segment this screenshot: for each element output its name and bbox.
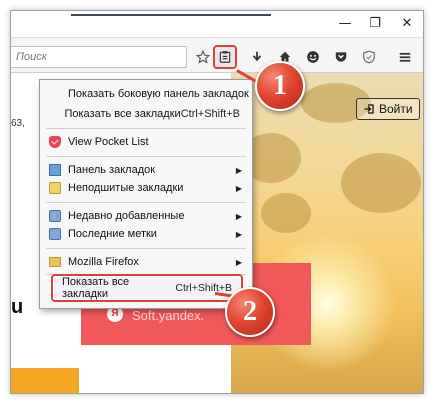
menu-item-show-sidebar[interactable]: Показать боковую панель закладок xyxy=(40,84,252,104)
menu-item-label: Показать все закладки xyxy=(64,108,181,120)
title-bar: — ❐ ✕ xyxy=(11,11,423,38)
foliage-decoration xyxy=(341,153,421,213)
submenu-arrow-icon: ▶ xyxy=(235,257,242,267)
star-icon[interactable] xyxy=(191,45,215,69)
menu-item-label: Панель закладок xyxy=(68,164,156,176)
partial-letter: u xyxy=(11,296,24,318)
pocket-icon[interactable] xyxy=(329,45,353,69)
browser-window: — ❐ ✕ Поиск 63, Войти u Я Soft.yandex. П… xyxy=(10,10,424,394)
show-all-bookmarks-button[interactable]: Показать все закладки Ctrl+Shift+B xyxy=(51,274,243,302)
bookmarks-menu-icon[interactable] xyxy=(213,45,237,69)
folder-icon xyxy=(48,255,62,269)
submenu-arrow-icon: ▶ xyxy=(235,229,242,239)
menu-item-label: View Pocket List xyxy=(68,136,149,148)
foliage-decoration xyxy=(261,193,311,233)
bookmarks-toolbar-icon xyxy=(48,163,62,177)
minimize-button[interactable]: — xyxy=(333,15,357,33)
close-button[interactable]: ✕ xyxy=(395,15,419,33)
menu-item-label: Неподшитые закладки xyxy=(68,182,184,194)
menu-separator xyxy=(46,202,246,203)
menu-item-label: Последние метки xyxy=(68,228,157,240)
navigation-toolbar xyxy=(11,39,423,73)
submenu-arrow-icon: ▶ xyxy=(235,165,242,175)
menu-separator xyxy=(46,248,246,249)
recent-tags-icon xyxy=(48,227,62,241)
menu-item-label: Показать боковую панель закладок xyxy=(68,88,249,100)
search-input[interactable] xyxy=(11,47,186,67)
pocket-icon xyxy=(48,135,62,149)
menu-item-label: Mozilla Firefox xyxy=(68,256,139,268)
menu-item-unsorted-bookmarks[interactable]: Неподшитые закладки ▶ xyxy=(40,178,252,198)
show-all-bookmarks-label: Показать все закладки xyxy=(62,276,130,300)
submenu-arrow-icon: ▶ xyxy=(235,211,242,221)
orange-tile[interactable] xyxy=(11,368,79,393)
unsorted-bookmarks-icon xyxy=(48,181,62,195)
restore-button[interactable]: ❐ xyxy=(363,15,387,33)
search-box[interactable] xyxy=(11,46,187,68)
menu-item-pocket-list[interactable]: View Pocket List xyxy=(40,132,252,152)
recently-bookmarked-icon xyxy=(48,209,62,223)
menu-item-mozilla-firefox[interactable]: Mozilla Firefox ▶ xyxy=(40,252,252,272)
menu-item-bookmarks-toolbar[interactable]: Панель закладок ▶ xyxy=(40,160,252,180)
menu-item-shortcut: Ctrl+Shift+B xyxy=(180,108,240,120)
menu-separator xyxy=(46,156,246,157)
signin-button[interactable]: Войти xyxy=(356,98,420,120)
smiley-icon[interactable] xyxy=(301,45,325,69)
partial-number-text: 63, xyxy=(11,118,25,129)
step-2-badge: 2 xyxy=(225,287,275,337)
menu-item-recently-bookmarked[interactable]: Недавно добавленные ▶ xyxy=(40,206,252,226)
shield-icon[interactable] xyxy=(357,45,381,69)
menu-item-label: Недавно добавленные xyxy=(68,210,185,222)
menu-item-recent-tags[interactable]: Последние метки ▶ xyxy=(40,224,252,244)
signin-label: Войти xyxy=(379,102,413,116)
signin-icon xyxy=(364,104,374,114)
hamburger-menu-icon[interactable] xyxy=(393,45,417,69)
menu-item-show-all-bookmarks[interactable]: Показать все закладки Ctrl+Shift+B xyxy=(40,104,252,124)
menu-separator xyxy=(46,128,246,129)
submenu-arrow-icon: ▶ xyxy=(235,183,242,193)
step-1-badge: 1 xyxy=(255,61,305,111)
tab-strip-indicator xyxy=(71,14,271,16)
yandex-banner-text[interactable]: Soft.yandex. xyxy=(132,308,204,323)
